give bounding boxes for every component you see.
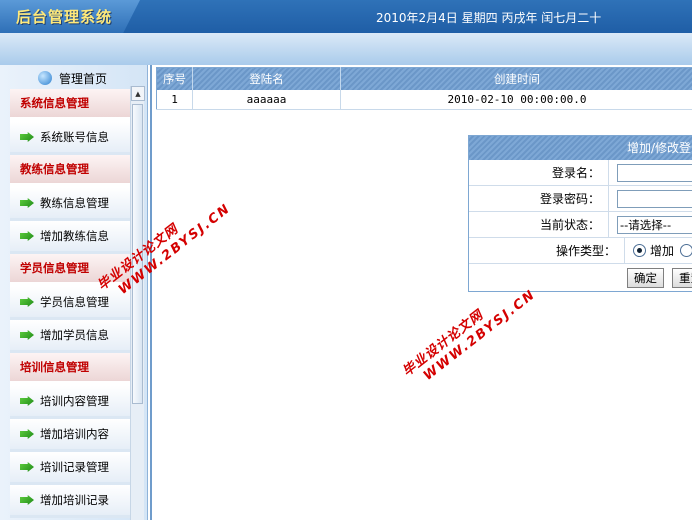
menu-item-label: 增加教练信息 — [40, 229, 109, 243]
main-content: 序号 登陆名 创建时间 1 aaaaaa 2010-02-10 00:00:00… — [150, 65, 692, 520]
home-label: 管理首页 — [59, 71, 108, 86]
green-arrow-icon — [20, 429, 34, 439]
sidebar-menu-item[interactable]: 增加培训内容 — [10, 419, 130, 452]
sidebar-menu-item[interactable]: 培训内容管理 — [10, 386, 130, 419]
green-arrow-icon — [20, 297, 34, 307]
top-header: 后台管理系统 2010年2月4日 星期四 丙戌年 闰七月二十 — [0, 0, 692, 33]
menu-category: 教练信息管理 — [10, 155, 130, 188]
menu-item-label: 教练信息管理 — [40, 196, 109, 210]
green-arrow-icon — [20, 330, 34, 340]
home-link[interactable]: 管理首页 — [38, 69, 107, 87]
sidebar-menu-item[interactable]: 教练信息管理 — [10, 188, 130, 221]
menu-item-label: 培训内容管理 — [40, 394, 109, 408]
menu-item-label: 增加学员信息 — [40, 328, 109, 342]
form-row-action: 操作类型： 增加 — [469, 238, 692, 264]
action-type-label: 操作类型： — [469, 238, 625, 263]
password-input[interactable] — [617, 189, 692, 208]
globe-icon — [38, 71, 52, 85]
column-header-index: 序号 — [156, 67, 193, 90]
sidebar-menu-item[interactable]: 培训记录管理 — [10, 452, 130, 485]
action-add-radio[interactable] — [632, 244, 646, 257]
action-modify-radio[interactable] — [680, 244, 692, 257]
sidebar-menu-item[interactable]: 增加学员信息 — [10, 320, 130, 353]
date-display: 2010年2月4日 星期四 丙戌年 闰七月二十 — [376, 11, 602, 25]
menu-item-label: 增加培训内容 — [40, 427, 109, 441]
form-row-status: 当前状态： --请选择-- — [469, 212, 692, 238]
sidebar-menu-item[interactable]: 系统账号信息 — [10, 122, 130, 155]
green-arrow-icon — [20, 132, 34, 142]
cell-index: 1 — [156, 89, 193, 110]
app-title: 后台管理系统 — [16, 8, 113, 26]
logo-area: 后台管理系统 — [0, 0, 140, 33]
form-row-login: 登录名： — [469, 160, 692, 186]
action-add-label: 增加 — [649, 244, 674, 258]
green-arrow-icon — [20, 198, 34, 208]
confirm-button[interactable]: 确定 — [627, 268, 664, 288]
table-header-row: 序号 登陆名 创建时间 — [156, 67, 692, 90]
green-arrow-icon — [20, 462, 34, 472]
menu-item-label: 学员信息管理 — [40, 295, 109, 309]
sidebar-scrollbar[interactable]: ▲ — [130, 86, 145, 520]
column-header-login-name: 登陆名 — [192, 67, 341, 90]
green-arrow-icon — [20, 396, 34, 406]
reset-button[interactable]: 重置 — [672, 268, 692, 288]
column-header-created-time: 创建时间 — [340, 67, 692, 90]
green-arrow-icon — [20, 231, 34, 241]
table-row[interactable]: 1 aaaaaa 2010-02-10 00:00:00.0 — [156, 89, 692, 110]
form-row-password: 登录密码： — [469, 186, 692, 212]
password-label: 登录密码： — [469, 186, 609, 211]
form-title: 增加/修改登录 — [469, 136, 692, 160]
login-edit-form: 增加/修改登录 登录名： 登录密码： 当前状态： --请选择-- 操作类型： 增… — [468, 135, 692, 292]
menu-category: 系统信息管理 — [10, 89, 130, 122]
scroll-up-arrow-icon[interactable]: ▲ — [131, 86, 145, 101]
status-label: 当前状态： — [469, 212, 609, 237]
green-arrow-icon — [20, 495, 34, 505]
menu-item-label: 增加培训记录 — [40, 493, 109, 507]
account-table: 序号 登陆名 创建时间 1 aaaaaa 2010-02-10 00:00:00… — [156, 67, 692, 110]
cell-created-time: 2010-02-10 00:00:00.0 — [340, 89, 692, 110]
cell-login-name: aaaaaa — [192, 89, 341, 110]
menu-category: 培训信息管理 — [10, 353, 130, 386]
sidebar-menu-item[interactable]: 增加培训记录 — [10, 485, 130, 518]
login-name-label: 登录名： — [469, 160, 609, 185]
header-subbar — [0, 33, 692, 65]
menu-item-label: 系统账号信息 — [40, 130, 109, 144]
status-select[interactable]: --请选择-- — [617, 215, 692, 234]
sidebar-menu-item[interactable]: 增加教练信息 — [10, 221, 130, 254]
login-name-input[interactable] — [617, 163, 692, 182]
menu-item-label: 培训记录管理 — [40, 460, 109, 474]
